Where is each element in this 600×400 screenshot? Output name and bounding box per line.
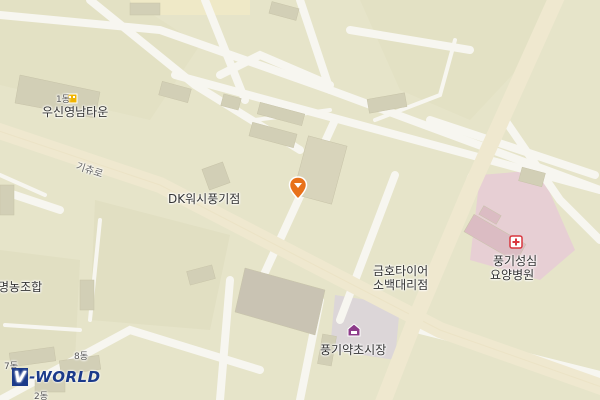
map-view[interactable]: 1동 우신영남타운 기츄로 DK워시풍기점 금호타이어 소백대리점 풍기성심 요… bbox=[0, 0, 600, 400]
building-label-2: 2동 bbox=[34, 392, 49, 400]
poi-label-nonghyup[interactable]: 명농조합 bbox=[0, 280, 42, 294]
poi-label-dk-wash[interactable]: DK워시풍기점 bbox=[168, 192, 240, 206]
vworld-logo-text: -WORLD bbox=[29, 368, 101, 386]
location-pin-icon[interactable] bbox=[288, 176, 308, 200]
poi-label-kumho-1[interactable]: 금호타이어 bbox=[373, 264, 428, 278]
poi-label-market[interactable]: 풍기약초시장 bbox=[320, 343, 386, 357]
vworld-logo[interactable]: V -WORLD bbox=[12, 368, 101, 386]
poi-label-kumho-2[interactable]: 소백대리점 bbox=[373, 278, 428, 292]
poi-label-hospital-1[interactable]: 풍기성심 bbox=[493, 254, 537, 268]
map-base-layer bbox=[0, 0, 600, 400]
hospital-icon[interactable] bbox=[509, 235, 523, 249]
building-label-8: 8동 bbox=[74, 352, 89, 362]
vworld-logo-mark: V bbox=[12, 368, 29, 386]
poi-label-uwshin[interactable]: 우신영남타운 bbox=[42, 105, 108, 119]
market-icon[interactable] bbox=[346, 323, 362, 337]
poi-label-hospital-2[interactable]: 요양병원 bbox=[490, 268, 534, 282]
